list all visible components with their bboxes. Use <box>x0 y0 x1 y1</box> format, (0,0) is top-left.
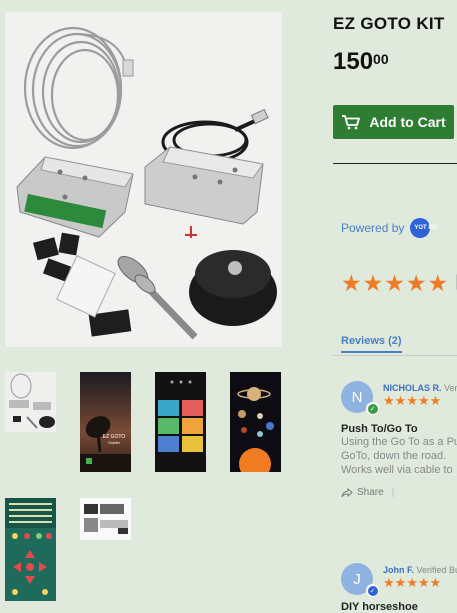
thumbnail-app-splash[interactable]: EZ GOTO Guider <box>80 372 131 472</box>
star-icon: ★ <box>394 393 407 408</box>
product-photo <box>5 12 282 347</box>
star-icon: ★ <box>394 575 407 590</box>
review-title: DIY horseshoe <box>341 601 418 613</box>
verified-label: Verified Buyer <box>416 565 457 575</box>
overall-rating-stars: ★ ★ ★ ★ ★ <box>341 270 448 296</box>
thumbnail-settings-image <box>80 498 131 540</box>
star-icon: ★ <box>427 270 449 296</box>
price-cents: 00 <box>373 51 389 67</box>
cart-icon <box>342 115 361 130</box>
add-to-cart-label: Add to Cart <box>369 114 446 130</box>
thumbnail-app-control[interactable] <box>5 498 56 601</box>
star-icon: ★ <box>417 575 430 590</box>
star-icon: ★ <box>406 575 418 590</box>
svg-text:Guider: Guider <box>108 440 121 445</box>
verified-badge-icon: ✓ <box>366 584 379 597</box>
star-icon: ★ <box>417 393 430 408</box>
share-button[interactable]: Share | <box>341 487 394 498</box>
powered-by-label: Powered by <box>341 221 405 235</box>
add-to-cart-button[interactable]: Add to Cart <box>333 105 454 139</box>
star-icon: ★ <box>383 575 395 590</box>
review-stars: ★ ★ ★ ★ ★ <box>383 394 441 408</box>
reviewer-info: John F. Verified Buyer <box>383 565 457 575</box>
star-icon: ★ <box>362 270 384 296</box>
reviewer-name: NICHOLAS R. <box>383 383 442 393</box>
price-main: 150 <box>333 48 374 75</box>
thumbnail-control-image <box>5 498 56 601</box>
star-icon: ★ <box>429 393 442 408</box>
star-icon: ★ <box>406 393 418 408</box>
thumbnail-app-solar-system[interactable] <box>230 372 281 472</box>
review-title: Push To/Go To <box>341 423 418 435</box>
reviewer-info: NICHOLAS R. Verified Buyer <box>383 383 457 393</box>
tab-underline-divider <box>333 355 457 356</box>
thumbnail-kit-image <box>5 372 56 432</box>
thumbnail-solar-image <box>230 372 281 472</box>
main-product-image[interactable] <box>5 12 282 347</box>
powered-by[interactable]: Powered by YOT PO <box>341 218 438 238</box>
thumbnail-app-settings[interactable] <box>80 498 131 540</box>
verified-badge-icon: ✓ <box>366 402 379 415</box>
product-price: 15000 <box>333 48 389 76</box>
reviewer-name: John F. <box>383 565 414 575</box>
review-item: N ✓ NICHOLAS R. Verified Buyer ★ ★ ★ ★ ★… <box>341 381 457 511</box>
tab-reviews[interactable]: Reviews (2) <box>341 335 402 353</box>
yotpo-logo-icon: YOT PO <box>410 218 438 238</box>
yotpo-logo-text: YOT PO <box>414 224 438 231</box>
thumbnail-product-kit[interactable] <box>5 372 56 432</box>
check-icon: ✓ <box>367 585 378 596</box>
share-separator: | <box>391 487 395 498</box>
review-body: Using the Go To as a Push To GoTo, down … <box>341 436 457 476</box>
share-icon <box>341 487 353 497</box>
star-icon: ★ <box>405 270 427 296</box>
avatar-initial: J <box>353 570 361 588</box>
thumbnail-menu-image <box>155 372 206 472</box>
star-icon: ★ <box>341 270 362 296</box>
review-stars: ★ ★ ★ ★ ★ <box>383 576 441 590</box>
product-title: EZ GOTO KIT <box>333 14 445 33</box>
star-icon: ★ <box>429 575 442 590</box>
avatar-initial: N <box>351 388 363 406</box>
star-icon: ★ <box>384 270 405 296</box>
thumbnail-app-menu[interactable] <box>155 372 206 472</box>
star-icon: ★ <box>383 393 395 408</box>
review-item: J ✓ John F. Verified Buyer ★ ★ ★ ★ ★ DIY… <box>341 563 457 613</box>
thumbnail-splash-image: EZ GOTO Guider <box>80 372 131 472</box>
verified-label: Verified Buyer <box>444 383 457 393</box>
section-divider <box>333 163 457 164</box>
share-label: Share <box>357 487 384 498</box>
check-icon: ✓ <box>367 403 378 414</box>
